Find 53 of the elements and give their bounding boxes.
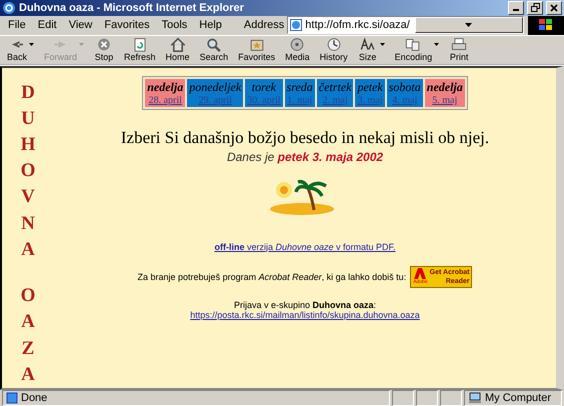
- zone-text: My Computer: [485, 392, 552, 404]
- acrobat-text: Za branje potrebuješ program Acrobat Reader, ki ga lahko dobiš tu:: [138, 272, 406, 282]
- close-icon: [550, 4, 558, 12]
- date-text: Danes je petek 3. maja 2002: [226, 150, 384, 164]
- mailing-list-link[interactable]: https://posta.rkc.si/mailman/listinfo/skupina.duhovna.oaza: [190, 310, 420, 320]
- day-link[interactable]: nedelja 28. april: [145, 78, 186, 107]
- dropdown-button[interactable]: [414, 17, 523, 34]
- menu-item[interactable]: Favorites: [98, 19, 156, 32]
- toolbar-button[interactable]: Favorites: [233, 36, 280, 63]
- address-value: http://ofm.rkc.si/oaza/: [305, 19, 411, 32]
- caret-icon: [29, 42, 34, 46]
- minimize-icon: [513, 9, 519, 12]
- day-link[interactable]: torek 30. april: [245, 78, 283, 107]
- day-link[interactable]: sreda 1. maj: [284, 78, 315, 107]
- toolbar-button[interactable]: History: [314, 36, 353, 63]
- pdf-link[interactable]: off-line verzija Duhovne oaze v formatu PDF.: [214, 242, 396, 252]
- toolbar-button[interactable]: Encoding: [390, 36, 444, 63]
- day-link[interactable]: petek 3. maj: [355, 78, 385, 107]
- toolbar-button[interactable]: Refresh: [119, 36, 161, 63]
- address-label: Address: [244, 19, 284, 32]
- caret-icon: [79, 42, 84, 46]
- caret-icon: [434, 42, 440, 46]
- day-link[interactable]: četrtek 2. maj: [316, 78, 354, 107]
- day-link[interactable]: nedelja 5. maj: [424, 78, 465, 107]
- toolbar-button[interactable]: Size: [352, 36, 390, 63]
- signup-text: Prijava v e-skupino Duhovna oaza:: [234, 300, 376, 310]
- toolbar-button[interactable]: Print: [444, 36, 474, 63]
- web-page-icon: [290, 19, 302, 32]
- status-text: Done: [21, 392, 48, 404]
- day-link[interactable]: ponedeljek 29. april: [187, 78, 244, 107]
- menu-item[interactable]: Help: [193, 19, 228, 32]
- vertical-title: OAZA: [20, 284, 36, 387]
- day-link[interactable]: sobota 4. maj: [386, 78, 423, 107]
- caret-icon: [465, 23, 472, 28]
- menu-item[interactable]: File: [2, 19, 32, 32]
- menu-item[interactable]: Edit: [32, 19, 63, 32]
- restore-button[interactable]: [527, 0, 543, 15]
- page-heading: Izberi Si današnjo božjo besedo in nekaj misli ob njej.: [120, 128, 490, 148]
- vertical-title: DUHOVNA: [20, 80, 36, 262]
- menu-item[interactable]: Tools: [156, 19, 194, 32]
- menu-item[interactable]: View: [62, 19, 98, 32]
- toolbar-button[interactable]: Back: [2, 36, 40, 63]
- address-field[interactable]: http://ofm.rkc.si/oaza/: [287, 16, 524, 34]
- restore-icon: [530, 3, 540, 12]
- toolbar-button[interactable]: Stop: [89, 36, 120, 63]
- close-button[interactable]: [546, 0, 562, 15]
- toolbar-button[interactable]: Media: [280, 36, 315, 63]
- toolbar-button[interactable]: Home: [160, 36, 195, 63]
- minimize-button[interactable]: [508, 0, 524, 15]
- caret-icon: [380, 42, 385, 46]
- window-title: Duhovna oaza - Microsoft Internet Explorer: [19, 2, 245, 14]
- toolbar-button[interactable]: Search: [194, 36, 234, 63]
- browser-icon: [2, 0, 16, 15]
